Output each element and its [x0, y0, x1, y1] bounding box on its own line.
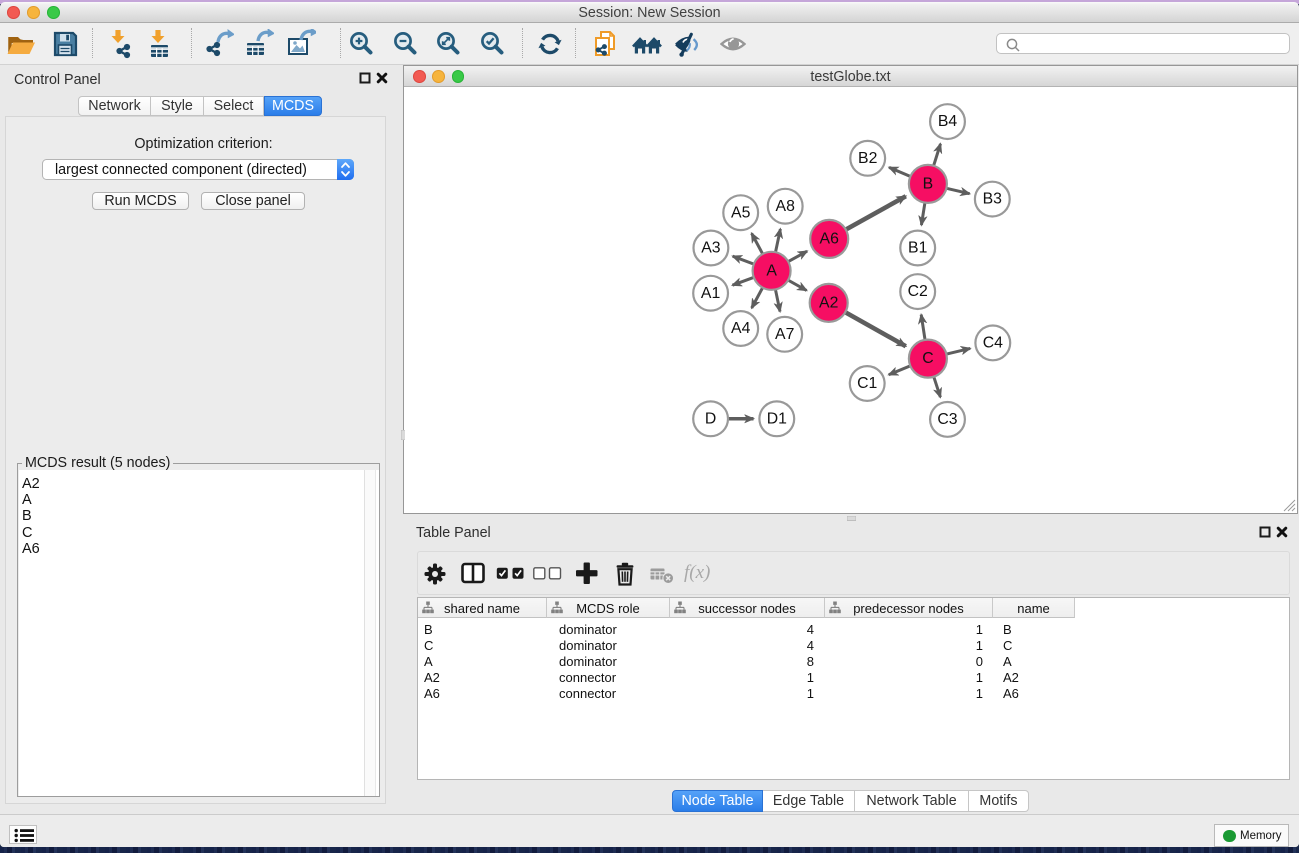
- svg-text:D1: D1: [767, 410, 787, 427]
- svg-text:C3: C3: [937, 411, 957, 428]
- svg-text:A2: A2: [819, 294, 838, 311]
- svg-text:A: A: [766, 262, 777, 279]
- svg-text:C2: C2: [908, 283, 928, 300]
- svg-text:B: B: [923, 175, 934, 192]
- svg-text:B4: B4: [938, 113, 958, 130]
- svg-text:A1: A1: [701, 284, 721, 301]
- svg-text:A6: A6: [820, 230, 840, 247]
- svg-text:B2: B2: [858, 149, 877, 166]
- svg-text:A8: A8: [776, 197, 796, 214]
- svg-text:D: D: [705, 410, 716, 427]
- svg-text:C1: C1: [857, 375, 877, 392]
- svg-text:C: C: [922, 350, 933, 367]
- svg-text:B1: B1: [908, 239, 928, 256]
- svg-text:A5: A5: [731, 204, 751, 221]
- svg-text:A7: A7: [775, 325, 794, 342]
- svg-text:B3: B3: [983, 190, 1003, 207]
- svg-text:C4: C4: [983, 334, 1003, 351]
- svg-text:A3: A3: [701, 239, 721, 256]
- svg-text:A4: A4: [731, 320, 751, 337]
